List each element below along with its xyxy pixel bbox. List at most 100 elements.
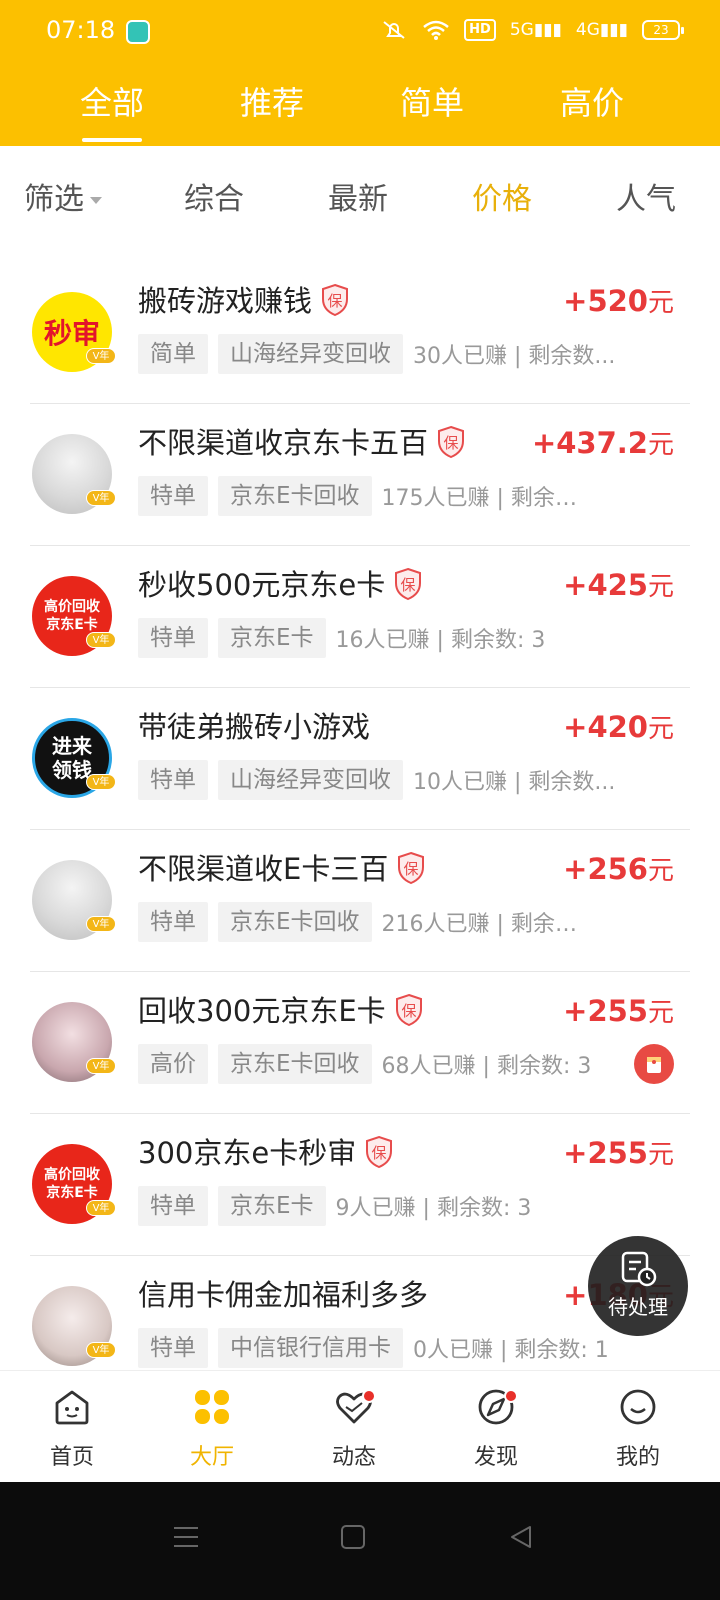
tag-type: 特单 — [138, 902, 208, 942]
task-title: 回收300元京东E卡保 — [138, 988, 424, 1030]
task-item[interactable]: V年 回收300元京东E卡保 +255元 高价 京东E卡回收 68人已赚 | 剩… — [0, 972, 720, 1114]
tab-all[interactable]: 全部 — [80, 78, 144, 124]
tab-simple[interactable]: 简单 — [400, 78, 464, 124]
filter-price[interactable]: 价格 — [472, 174, 532, 218]
hd-icon: HD — [464, 19, 496, 41]
vip-badge: V年 — [86, 632, 116, 648]
task-item[interactable]: 高价回收 京东E卡 V年 秒收500元京东e卡保 +425元 特单 京东E卡 16… — [0, 546, 720, 688]
avatar: V年 — [32, 434, 116, 514]
filter-screen[interactable]: 筛选 — [24, 174, 102, 218]
back-icon[interactable] — [508, 1524, 534, 1550]
status-right: HD 5G▮▮▮ 4G▮▮▮ 23 — [380, 18, 684, 42]
top-tabs: 全部 推荐 简单 高价 — [0, 70, 720, 146]
task-item[interactable]: V年 不限渠道收E卡三百保 +256元 特单 京东E卡回收 216人已赚 | 剩… — [0, 830, 720, 972]
avatar-line-1: 高价回收 — [44, 599, 100, 615]
vip-badge-label: 年 — [99, 919, 110, 930]
task-meta: 10人已赚 | 剩余数... — [413, 770, 616, 795]
nav-home-label: 首页 — [49, 1445, 94, 1470]
wifi-icon — [423, 20, 449, 40]
hall-icon — [195, 1390, 229, 1424]
price-unit: 元 — [647, 856, 674, 886]
filter-popularity[interactable]: 人气 — [616, 174, 676, 218]
task-item[interactable]: V年 不限渠道收京东卡五百保 +437.2元 特单 京东E卡回收 175人已赚 … — [0, 404, 720, 546]
price-value: +520 — [563, 284, 648, 318]
pending-clipboard-icon — [621, 1251, 657, 1287]
task-tags: 特单 京东E卡回收 216人已赚 | 剩余数: 1 — [138, 902, 592, 942]
guarantee-shield-icon: 保 — [366, 1135, 393, 1169]
svg-text:保: 保 — [404, 860, 419, 878]
tab-high-price[interactable]: 高价 — [560, 78, 624, 124]
nav-discover[interactable]: 发现 — [424, 1371, 568, 1483]
home-button-icon[interactable] — [340, 1524, 366, 1550]
pending-fab-button[interactable]: 待处理 — [588, 1236, 688, 1336]
task-meta: 175人已赚 | 剩余数: 2 — [381, 486, 592, 511]
task-price: +437.2元 — [532, 424, 674, 461]
task-title: 秒收500元京东e卡保 — [138, 562, 423, 604]
task-meta: 0人已赚 | 剩余数: 1 — [413, 1338, 609, 1363]
task-title-text: 搬砖游戏赚钱 — [138, 284, 313, 318]
price-value: +255 — [563, 1136, 648, 1170]
task-title: 不限渠道收E卡三百保 — [138, 846, 426, 888]
tag-type: 特单 — [138, 1328, 208, 1368]
red-packet-icon[interactable] — [634, 1044, 674, 1084]
avatar: 秒审 V年 — [32, 292, 116, 372]
vip-badge-label: 年 — [99, 351, 110, 362]
profile-icon — [620, 1389, 656, 1425]
price-unit: 元 — [647, 1140, 674, 1170]
tag-category: 京东E卡 — [218, 618, 326, 658]
filter-latest[interactable]: 最新 — [328, 174, 388, 218]
task-item[interactable]: 秒审 V年 搬砖游戏赚钱保 +520元 简单 山海经异变回收 30人已赚 | 剩… — [0, 262, 720, 404]
task-meta: 216人已赚 | 剩余数: 1 — [381, 912, 592, 937]
nav-dynamic[interactable]: 动态 — [282, 1371, 426, 1483]
nav-hall-label: 大厅 — [189, 1445, 234, 1470]
vip-badge: V年 — [86, 1058, 116, 1074]
price-value: +256 — [563, 852, 648, 886]
nav-profile[interactable]: 我的 — [566, 1371, 710, 1483]
task-tags: 特单 京东E卡 16人已赚 | 剩余数: 3 — [138, 618, 545, 658]
caret-down-icon — [90, 197, 102, 204]
task-item[interactable]: 高价回收 京东E卡 V年 300京东e卡秒审保 +255元 特单 京东E卡 9人已… — [0, 1114, 720, 1256]
home-icon — [55, 1390, 89, 1425]
task-title: 不限渠道收京东卡五百保 — [138, 420, 466, 462]
tab-recommend[interactable]: 推荐 — [240, 78, 304, 124]
price-unit: 元 — [647, 998, 674, 1028]
task-meta: 9人已赚 | 剩余数: 3 — [335, 1196, 532, 1221]
task-title: 300京东e卡秒审保 — [138, 1130, 394, 1172]
vip-badge-label: 年 — [99, 1345, 110, 1356]
svg-text:保: 保 — [401, 576, 416, 594]
mute-icon — [383, 21, 405, 39]
task-title: 搬砖游戏赚钱保 — [138, 278, 350, 320]
task-item[interactable]: 进来 领钱 V年 带徒弟搬砖小游戏 +420元 特单 山海经异变回收 10人已赚 … — [0, 688, 720, 830]
task-title-text: 不限渠道收京东卡五百 — [138, 426, 429, 460]
tag-category: 京东E卡回收 — [218, 1044, 372, 1084]
task-title-text: 回收300元京东E卡 — [138, 994, 386, 1028]
task-title: 信用卡佣金加福利多多 — [138, 1272, 428, 1314]
svg-text:保: 保 — [401, 1002, 416, 1020]
guarantee-shield-icon: 保 — [322, 283, 349, 317]
vip-badge: V年 — [86, 774, 116, 790]
nav-hall[interactable]: 大厅 — [140, 1371, 284, 1483]
vip-badge: V年 — [86, 916, 116, 932]
vip-badge-label: 年 — [99, 1061, 110, 1072]
task-tags: 特单 京东E卡 9人已赚 | 剩余数: 3 — [138, 1186, 531, 1226]
guarantee-shield-icon: 保 — [398, 851, 425, 885]
task-title-text: 秒收500元京东e卡 — [138, 568, 386, 602]
avatar: V年 — [32, 1286, 116, 1366]
bottom-nav: 首页 大厅 动态 发现 我的 — [0, 1370, 720, 1482]
nav-profile-label: 我的 — [615, 1445, 660, 1470]
task-title-text: 不限渠道收E卡三百 — [138, 852, 389, 886]
top-header: 07:18 HD 5G▮▮▮ 4G▮▮▮ 23 全部 推荐 简单 高价 — [0, 0, 720, 146]
vip-badge: V年 — [86, 348, 116, 364]
task-price: +256元 — [563, 850, 674, 887]
task-price: +520元 — [563, 282, 674, 319]
vip-badge-label: 年 — [99, 1203, 110, 1214]
nav-home[interactable]: 首页 — [0, 1371, 144, 1483]
filter-comprehensive[interactable]: 综合 — [184, 174, 244, 218]
menu-icon[interactable] — [172, 1524, 200, 1550]
price-value: +437.2 — [531, 426, 648, 460]
vip-badge: V年 — [86, 490, 116, 506]
guarantee-shield-icon: 保 — [395, 993, 422, 1027]
svg-text:保: 保 — [372, 1144, 387, 1162]
price-unit: 元 — [647, 714, 674, 744]
avatar: 进来 领钱 V年 — [32, 718, 116, 798]
